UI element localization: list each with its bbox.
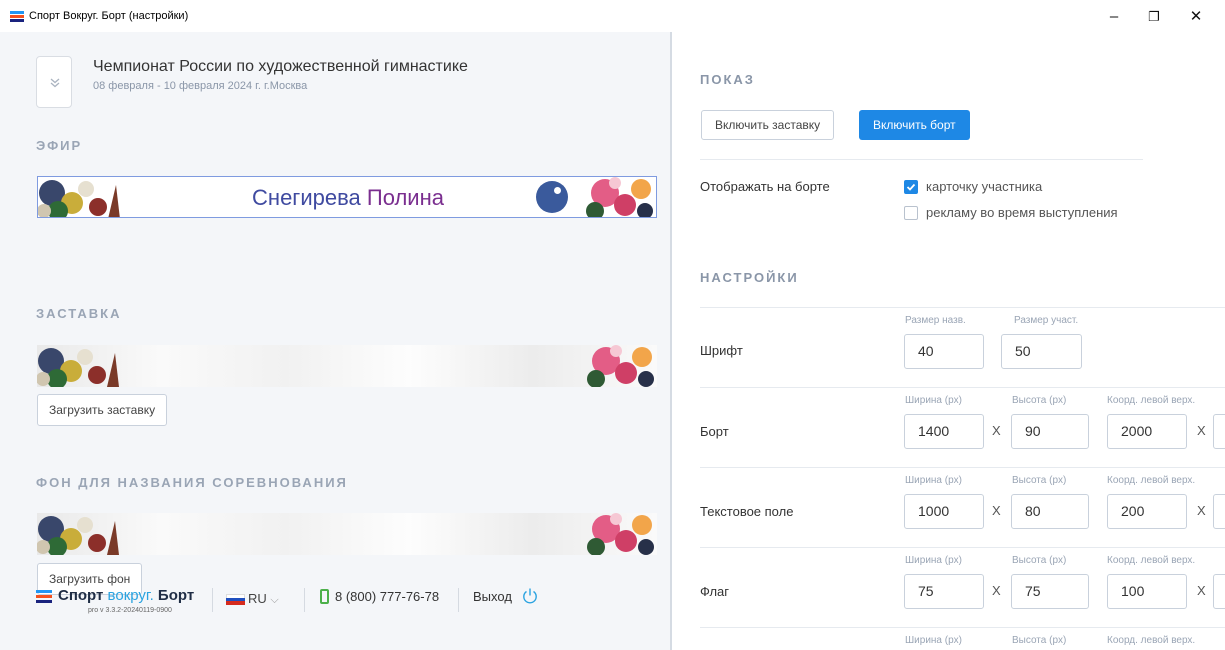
font-participant-size-input[interactable]: 50 — [1001, 334, 1082, 369]
board-width-caption: Ширина (px) — [905, 395, 962, 406]
times-symbol: X — [992, 423, 1001, 438]
flag-circle-icon — [536, 181, 568, 213]
left-panel: Чемпионат России по художественной гимна… — [0, 32, 670, 650]
board-coord-caption: Коорд. левой верх. — [1107, 395, 1196, 406]
text-field-label: Текстовое поле — [700, 504, 794, 519]
window-titlebar: Спорт Вокруг. Борт (настройки) – ❐ ✕ — [0, 0, 1225, 32]
flag-coord-y-input[interactable] — [1213, 574, 1225, 609]
board-width-input[interactable]: 1400 — [904, 414, 984, 449]
restore-button[interactable]: ❐ — [1137, 4, 1171, 30]
flowers-right-image — [586, 177, 653, 217]
power-icon[interactable] — [521, 587, 539, 605]
enable-splash-button[interactable]: Включить заставку — [701, 110, 835, 140]
next-height-caption: Высота (px) — [1012, 635, 1067, 646]
window-title: Спорт Вокруг. Борт (настройки) — [29, 10, 189, 22]
board-coord-y-input[interactable] — [1213, 414, 1225, 449]
fon-heading: ФОН ДЛЯ НАЗВАНИЯ СОРЕВНОВАНИЯ — [36, 475, 348, 490]
text-field-height-input[interactable]: 80 — [1011, 494, 1089, 529]
enable-board-button[interactable]: Включить борт — [859, 110, 970, 140]
participant-card-label: карточку участника — [926, 179, 1043, 194]
separator — [700, 307, 1225, 308]
close-button[interactable]: ✕ — [1179, 4, 1213, 30]
footer: Спорт вокруг. Борт pro v 3.3.2-20240119-… — [36, 584, 656, 624]
font-name-size-caption: Размер назв. — [905, 315, 966, 326]
brand-logo-icon — [36, 590, 52, 603]
flag-coord-input[interactable]: 100 — [1107, 574, 1187, 609]
right-panel: ПОКАЗ Включить заставку Включить борт От… — [672, 32, 1225, 650]
footer-divider — [304, 588, 305, 612]
event-title: Чемпионат России по художественной гимна… — [93, 58, 468, 75]
flowers-right-image — [587, 513, 654, 555]
text-field-width-input[interactable]: 1000 — [904, 494, 984, 529]
times-symbol: X — [992, 583, 1001, 598]
font-participant-size-caption: Размер участ. — [1014, 315, 1079, 326]
separator — [700, 467, 1225, 468]
text-field-coord-input[interactable]: 200 — [1107, 494, 1187, 529]
font-label: Шрифт — [700, 343, 743, 358]
next-coord-caption: Коорд. левой верх. — [1107, 635, 1196, 646]
phone-icon — [320, 589, 329, 604]
event-date: 08 февраля - 10 февраля 2024 г. г.Москва — [93, 80, 308, 92]
upload-splash-button[interactable]: Загрузить заставку — [37, 394, 168, 426]
show-heading: ПОКАЗ — [700, 72, 755, 87]
app-version: pro v 3.3.2-20240119-0900 — [88, 607, 172, 614]
logout-link[interactable]: Выход — [473, 589, 512, 604]
footer-divider — [458, 588, 459, 612]
fon-banner — [37, 513, 657, 555]
efir-heading: ЭФИР — [36, 138, 83, 153]
flowers-left-image — [37, 516, 119, 555]
text-field-coord-y-input[interactable] — [1213, 494, 1225, 529]
participant-first-name: Снегирева — [252, 185, 361, 210]
phone-number[interactable]: 8 (800) 777-76-78 — [335, 589, 439, 604]
separator — [700, 387, 1225, 388]
text-field-width-caption: Ширина (px) — [905, 475, 962, 486]
board-height-input[interactable]: 90 — [1011, 414, 1089, 449]
flag-height-caption: Высота (px) — [1012, 555, 1067, 566]
separator — [700, 159, 1143, 160]
minimize-button[interactable]: – — [1097, 4, 1131, 30]
times-symbol: X — [992, 503, 1001, 518]
board-coord-input[interactable]: 2000 — [1107, 414, 1187, 449]
flag-label: Флаг — [700, 584, 730, 599]
checkmark-icon — [906, 183, 916, 191]
participant-card-checkbox[interactable] — [904, 180, 918, 194]
text-field-height-caption: Высота (px) — [1012, 475, 1067, 486]
ad-during-performance-checkbox[interactable] — [904, 206, 918, 220]
times-symbol: X — [1197, 583, 1206, 598]
separator — [700, 547, 1225, 548]
flowers-right-image — [587, 345, 654, 387]
app-icon — [10, 11, 24, 22]
separator — [700, 627, 1225, 628]
times-symbol: X — [1197, 503, 1206, 518]
brand-name: Спорт вокруг. Борт — [58, 587, 195, 604]
times-symbol: X — [1197, 423, 1206, 438]
flag-coord-caption: Коорд. левой верх. — [1107, 555, 1196, 566]
text-field-coord-caption: Коорд. левой верх. — [1107, 475, 1196, 486]
settings-heading: НАСТРОЙКИ — [700, 270, 799, 285]
board-height-caption: Высота (px) — [1012, 395, 1067, 406]
next-width-caption: Ширина (px) — [905, 635, 962, 646]
language-selector[interactable]: RU ⌵ — [248, 591, 279, 607]
zastavka-heading: ЗАСТАВКА — [36, 306, 122, 321]
double-chevron-down-icon — [50, 78, 60, 88]
collapse-button[interactable] — [36, 56, 72, 108]
participant-last-name: Полина — [366, 185, 444, 210]
flowers-left-image — [37, 348, 119, 387]
flag-height-input[interactable]: 75 — [1011, 574, 1089, 609]
russian-flag-icon — [226, 594, 245, 606]
chevron-down-icon: ⌵ — [270, 594, 279, 606]
font-name-size-input[interactable]: 40 — [904, 334, 984, 369]
footer-divider — [212, 588, 213, 612]
efir-banner[interactable]: Снегирева Полина — [37, 176, 657, 218]
flag-width-input[interactable]: 75 — [904, 574, 984, 609]
flag-width-caption: Ширина (px) — [905, 555, 962, 566]
display-on-board-label: Отображать на борте — [700, 179, 830, 194]
board-label: Борт — [700, 424, 729, 439]
zastavka-banner — [37, 345, 657, 387]
ad-during-performance-label: рекламу во время выступления — [926, 205, 1118, 220]
